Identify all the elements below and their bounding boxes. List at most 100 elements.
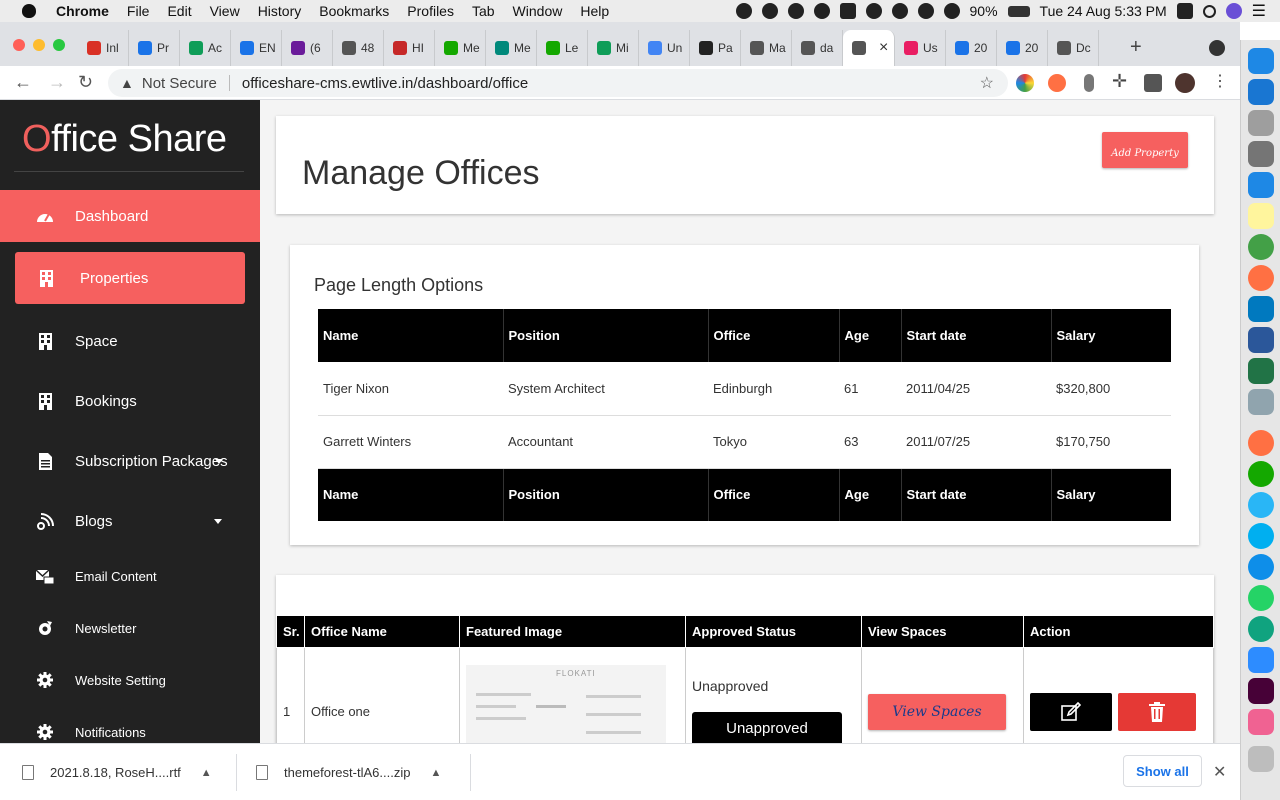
accessibility-icon[interactable] [891, 3, 908, 19]
profile-avatar-icon[interactable] [1175, 73, 1195, 93]
skype-icon[interactable] [1248, 523, 1274, 549]
office-share-logo[interactable]: Office Share [22, 118, 227, 161]
chrome-icon[interactable] [1248, 234, 1274, 260]
fire-extension-icon[interactable] [1048, 74, 1066, 92]
launchpad-icon[interactable] [1248, 110, 1274, 136]
download-filename[interactable]: 2021.8.18, RoseH....rtf [50, 765, 181, 780]
browser-menu-icon[interactable]: ⋮ [1212, 71, 1230, 90]
word-icon[interactable] [1248, 327, 1274, 353]
browser-tab[interactable]: × [843, 30, 895, 66]
microphone-icon[interactable] [1084, 74, 1094, 92]
menu-window[interactable]: Window [513, 3, 563, 19]
back-icon[interactable]: ← [14, 72, 32, 93]
column-header-office[interactable]: Office [708, 309, 840, 362]
music-icon[interactable] [1248, 709, 1274, 735]
column-header-salary[interactable]: Salary [1051, 309, 1171, 362]
upwork-icon[interactable] [787, 3, 804, 19]
sidebar-item-newsletter[interactable]: Newsletter [0, 602, 260, 654]
chatgpt-icon[interactable] [1248, 616, 1274, 642]
browser-tab[interactable]: Mi [588, 30, 639, 66]
siri-icon[interactable] [1225, 3, 1242, 19]
browser-tab[interactable]: Inl [78, 30, 129, 66]
column-header-age[interactable]: Age [839, 309, 902, 362]
menu-help[interactable]: Help [580, 3, 609, 19]
browser-tab[interactable]: EN [231, 30, 282, 66]
browser-tab[interactable]: Le [537, 30, 588, 66]
sidebar-item-subscription-packages[interactable]: Subscription Packages [0, 435, 260, 487]
firefox-icon[interactable] [1248, 265, 1274, 291]
spotlight-icon[interactable] [1202, 4, 1216, 18]
xd-icon[interactable] [1248, 678, 1274, 704]
new-tab-button[interactable]: + [1130, 36, 1142, 59]
sidebar-item-notifications[interactable]: Notifications [0, 706, 260, 743]
chevron-up-icon[interactable]: ▲ [201, 767, 212, 779]
bookmark-star-icon[interactable]: ☆ [980, 73, 994, 93]
browser-tab[interactable]: Dc [1048, 30, 1099, 66]
control-center-icon[interactable]: ☰ [1252, 1, 1266, 21]
zoom-icon[interactable] [1248, 647, 1274, 673]
window-zoom-icon[interactable] [53, 39, 65, 51]
show-all-button[interactable]: Show all [1123, 755, 1202, 787]
upwork-dock-icon[interactable] [1248, 461, 1274, 487]
url-text[interactable]: officeshare-cms.ewtlive.in/dashboard/off… [242, 75, 528, 92]
bitrix-icon[interactable] [839, 3, 856, 19]
sidebar-item-bookings[interactable]: Bookings [0, 375, 260, 427]
tab-search-icon[interactable] [1209, 40, 1225, 56]
browser-tab[interactable]: da [792, 30, 843, 66]
window-minimize-icon[interactable] [33, 39, 45, 51]
cloud-upload-icon[interactable] [813, 3, 830, 19]
featured-image[interactable]: FLOKATI [466, 664, 666, 743]
chevron-up-icon[interactable]: ▲ [430, 767, 441, 779]
sidebar-item-space[interactable]: Space [0, 315, 260, 367]
check-icon[interactable] [761, 3, 778, 19]
browser-tab[interactable]: Us [895, 30, 946, 66]
move-extension-icon[interactable]: ✛ [1112, 71, 1130, 91]
browser-tab[interactable]: (6 [282, 30, 333, 66]
menu-edit[interactable]: Edit [167, 3, 191, 19]
menu-app-chrome[interactable]: Chrome [56, 3, 109, 19]
browser-tab[interactable]: Pr [129, 30, 180, 66]
reload-icon[interactable]: ↻ [78, 72, 93, 93]
column-header-start-date[interactable]: Start date [901, 309, 1052, 362]
add-property-button[interactable]: Add Property [1102, 132, 1188, 168]
apple-logo-icon[interactable] [22, 4, 36, 18]
whatsapp-icon[interactable] [1248, 585, 1274, 611]
app-store-icon[interactable] [1248, 79, 1274, 105]
menu-profiles[interactable]: Profiles [407, 3, 454, 19]
creative-cloud-icon[interactable] [735, 3, 752, 19]
close-icon[interactable]: ✕ [1213, 762, 1226, 782]
excel-icon[interactable] [1248, 358, 1274, 384]
battery-icon[interactable] [1007, 5, 1030, 17]
menu-history[interactable]: History [258, 3, 302, 19]
trash-dock-icon[interactable] [1248, 746, 1274, 772]
extensions-puzzle-icon[interactable] [1144, 74, 1162, 92]
sidebar-item-dashboard[interactable]: Dashboard [0, 190, 260, 242]
bluetooth-icon[interactable] [917, 3, 934, 19]
finder-icon[interactable] [1248, 48, 1274, 74]
edit-button[interactable] [1030, 692, 1112, 731]
window-close-icon[interactable] [13, 39, 25, 51]
browser-tab[interactable]: Ma [741, 30, 792, 66]
download-item[interactable]: 2021.8.18, RoseH....rtf ▲ [22, 744, 212, 800]
security-label[interactable]: Not Secure [142, 75, 217, 92]
menu-bookmarks[interactable]: Bookmarks [319, 3, 389, 19]
sidebar-item-blogs[interactable]: Blogs [0, 495, 260, 547]
column-header-name[interactable]: Name [318, 309, 504, 362]
menu-view[interactable]: View [210, 3, 240, 19]
browser-tab[interactable]: Un [639, 30, 690, 66]
color-picker-extension-icon[interactable] [1016, 74, 1034, 92]
download-filename[interactable]: themeforest-tlA6....zip [284, 765, 410, 780]
browser-tab[interactable]: 20 [946, 30, 997, 66]
sidebar-item-email-content[interactable]: Email Content [0, 550, 260, 602]
menu-tab[interactable]: Tab [472, 3, 495, 19]
safari-icon[interactable] [1248, 172, 1274, 198]
tab-close-icon[interactable]: × [879, 39, 888, 57]
browser-tab[interactable]: Me [435, 30, 486, 66]
system-preferences-icon[interactable] [1248, 141, 1274, 167]
teamviewer-icon[interactable] [1248, 554, 1274, 580]
trello-icon[interactable] [1248, 296, 1274, 322]
browser-tab[interactable]: Me [486, 30, 537, 66]
warning-icon[interactable]: ▲ [120, 75, 134, 91]
browser-tab[interactable]: 48 [333, 30, 384, 66]
wifi-icon[interactable] [943, 3, 960, 19]
